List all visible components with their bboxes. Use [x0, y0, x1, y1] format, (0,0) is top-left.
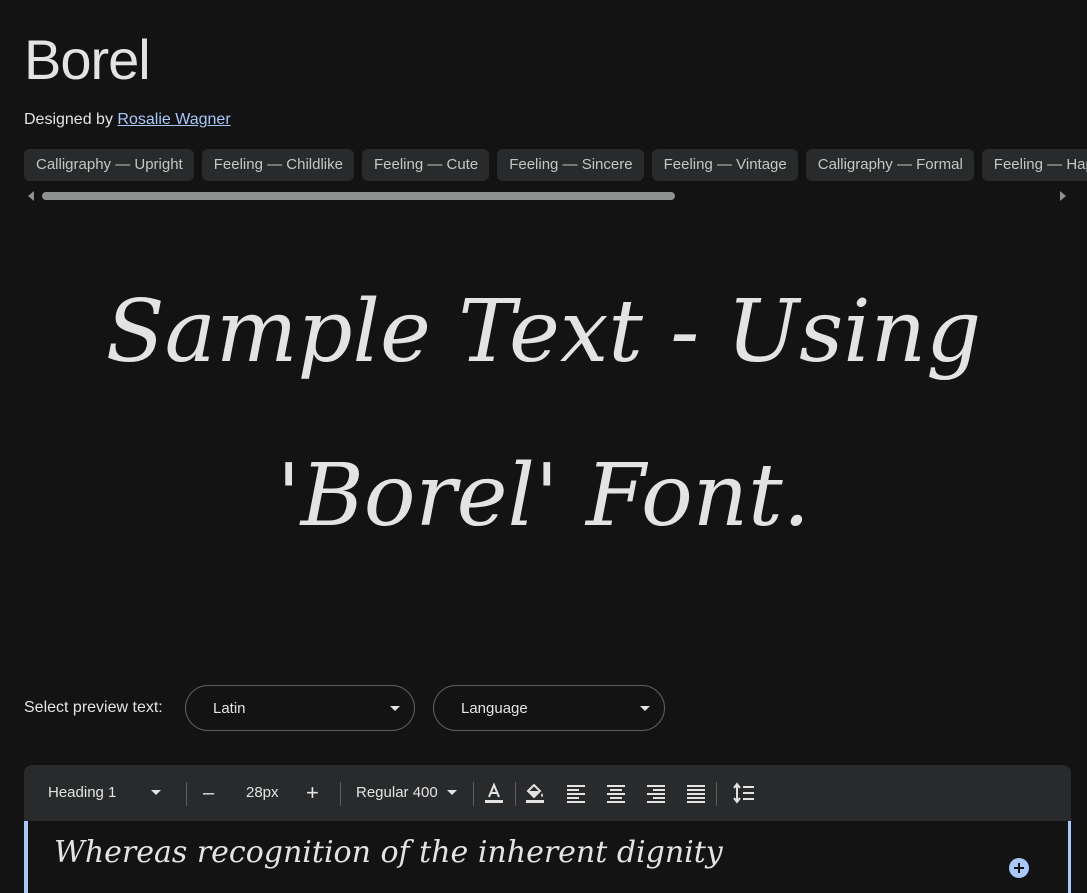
- scroll-left-arrow-icon[interactable]: [28, 191, 34, 201]
- tag-chip[interactable]: Calligraphy — Formal: [805, 149, 974, 181]
- designer-link[interactable]: Rosalie Wagner: [117, 111, 230, 128]
- decrease-size-button[interactable]: –: [203, 765, 214, 821]
- language-select[interactable]: Language: [433, 685, 665, 731]
- sample-text-preview: Sample Text - Using 'Borel' Font.: [105, 282, 982, 546]
- script-select-value: Latin: [213, 700, 246, 717]
- editor-toolbar: Heading 1 – 28px + Regular 400: [24, 765, 1071, 821]
- toolbar-divider: [340, 782, 341, 806]
- tag-chip[interactable]: Feeling — Cute: [361, 149, 490, 181]
- script-select[interactable]: Latin: [185, 685, 415, 731]
- font-detail-page: Borel Designed by Rosalie Wagner Calligr…: [0, 0, 1087, 893]
- chevron-down-icon: [151, 790, 161, 795]
- font-title: Borel: [24, 28, 151, 91]
- font-weight-select[interactable]: Regular 400: [356, 765, 460, 821]
- designed-by-label: Designed by: [24, 111, 113, 128]
- align-left-icon[interactable]: [563, 780, 589, 806]
- tag-list: Calligraphy — Upright Feeling — Childlike…: [24, 149, 1087, 181]
- line-height-icon[interactable]: [731, 780, 757, 806]
- designer-line: Designed by Rosalie Wagner: [24, 111, 231, 129]
- editor-text[interactable]: Whereas recognition of the inherent dign…: [54, 835, 723, 870]
- toolbar-divider: [515, 782, 516, 806]
- text-style-value: Heading 1: [48, 784, 117, 801]
- tag-chip[interactable]: Feeling — Sincere: [497, 149, 644, 181]
- toolbar-divider: [473, 782, 474, 806]
- tag-chip[interactable]: Feeling — Vintage: [651, 149, 798, 181]
- text-color-icon[interactable]: [481, 780, 507, 806]
- align-right-icon[interactable]: [643, 780, 669, 806]
- preview-text-label: Select preview text:: [24, 699, 163, 716]
- toolbar-divider: [716, 782, 717, 806]
- preview-editor[interactable]: Whereas recognition of the inherent dign…: [24, 821, 1071, 893]
- chevron-down-icon: [640, 706, 650, 711]
- font-size-value[interactable]: 28px: [246, 765, 279, 821]
- align-center-icon[interactable]: [603, 780, 629, 806]
- add-circle-icon[interactable]: [1009, 858, 1029, 878]
- scroll-right-arrow-icon[interactable]: [1060, 191, 1066, 201]
- text-style-select[interactable]: Heading 1: [48, 765, 176, 821]
- font-weight-value: Regular 400: [356, 784, 438, 801]
- tag-chip[interactable]: Calligraphy — Upright: [24, 149, 194, 181]
- align-justify-icon[interactable]: [683, 780, 709, 806]
- toolbar-divider: [186, 782, 187, 806]
- tag-scrollbar-thumb[interactable]: [42, 192, 675, 200]
- chevron-down-icon: [447, 790, 457, 795]
- highlight-color-icon[interactable]: [522, 780, 548, 806]
- increase-size-button[interactable]: +: [306, 765, 319, 821]
- tag-chip[interactable]: Feeling — Happy: [981, 149, 1087, 181]
- chevron-down-icon: [390, 706, 400, 711]
- language-select-value: Language: [461, 700, 528, 717]
- tag-chip[interactable]: Feeling — Childlike: [201, 149, 354, 181]
